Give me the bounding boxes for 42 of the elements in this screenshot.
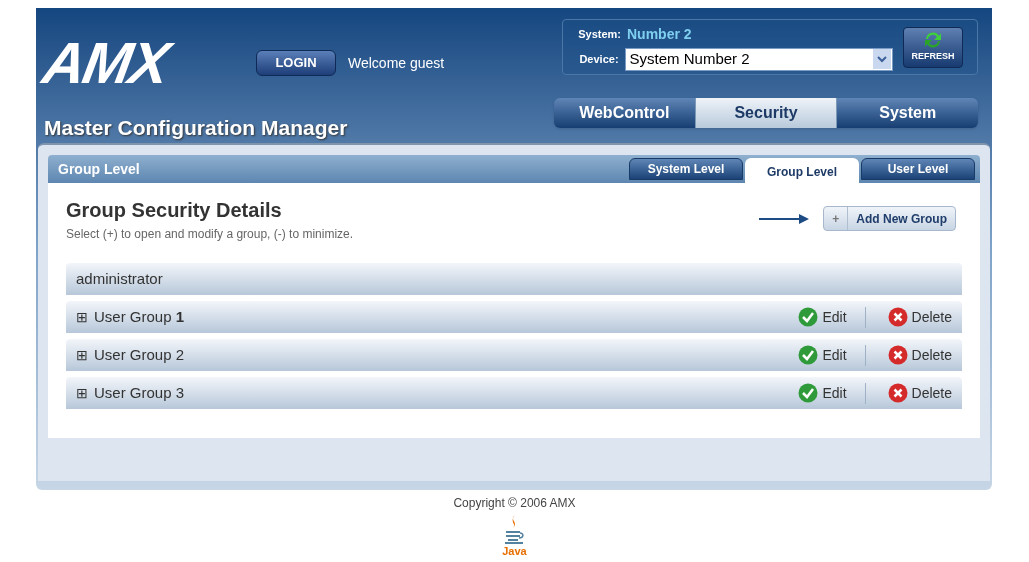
level-tab[interactable]: Group Level — [745, 158, 859, 183]
refresh-button[interactable]: REFRESH — [903, 26, 963, 68]
main-tab[interactable]: WebControl — [554, 98, 695, 128]
login-button[interactable]: LOGIN — [256, 50, 336, 76]
group-name: User Group 3 — [94, 382, 185, 403]
level-tab[interactable]: User Level — [861, 158, 975, 180]
expand-button[interactable]: ⊞ — [76, 348, 88, 362]
group-name: User Group 1 — [94, 306, 185, 327]
panel-title: Group Level — [58, 159, 140, 179]
arrow-icon — [759, 214, 810, 224]
check-icon — [798, 307, 819, 327]
device-dropdown[interactable]: System Number 2 — [624, 47, 893, 71]
dropdown-caret-icon — [873, 49, 891, 69]
system-label: System: — [577, 26, 621, 42]
copyright-text: Copyright © 2006 AMX — [453, 495, 576, 512]
device-label: Device: — [578, 51, 619, 67]
main-tab[interactable]: Security — [694, 98, 838, 128]
hint-text: Select (+) to open and modify a group, (-) to minimize. — [66, 226, 354, 243]
check-icon — [798, 345, 819, 365]
system-value: Number 2 — [627, 24, 692, 44]
app-title: Master Configuration Manager — [44, 115, 349, 141]
close-icon — [887, 307, 908, 327]
section-heading: Group Security Details — [66, 198, 283, 223]
level-tab[interactable]: System Level — [629, 158, 743, 180]
expand-button[interactable]: ⊞ — [76, 310, 88, 324]
edit-button[interactable]: Edit — [798, 382, 866, 404]
delete-button[interactable]: Delete — [887, 344, 952, 366]
java-logo: Java — [502, 514, 527, 557]
close-icon — [887, 345, 908, 365]
delete-button[interactable]: Delete — [887, 306, 952, 328]
main-tab[interactable]: System — [837, 98, 978, 128]
expand-button[interactable]: ⊞ — [76, 386, 88, 400]
edit-button[interactable]: Edit — [798, 344, 866, 366]
edit-button[interactable]: Edit — [798, 306, 866, 328]
logo: AMX — [39, 36, 176, 90]
welcome-text: Welcome guest — [348, 53, 445, 73]
delete-button[interactable]: Delete — [887, 382, 952, 404]
close-icon — [887, 383, 908, 403]
check-icon — [798, 383, 819, 403]
add-new-group-button[interactable]: + Add New Group — [823, 206, 956, 231]
group-name: administrator — [76, 268, 163, 289]
group-name: User Group 2 — [94, 344, 185, 365]
